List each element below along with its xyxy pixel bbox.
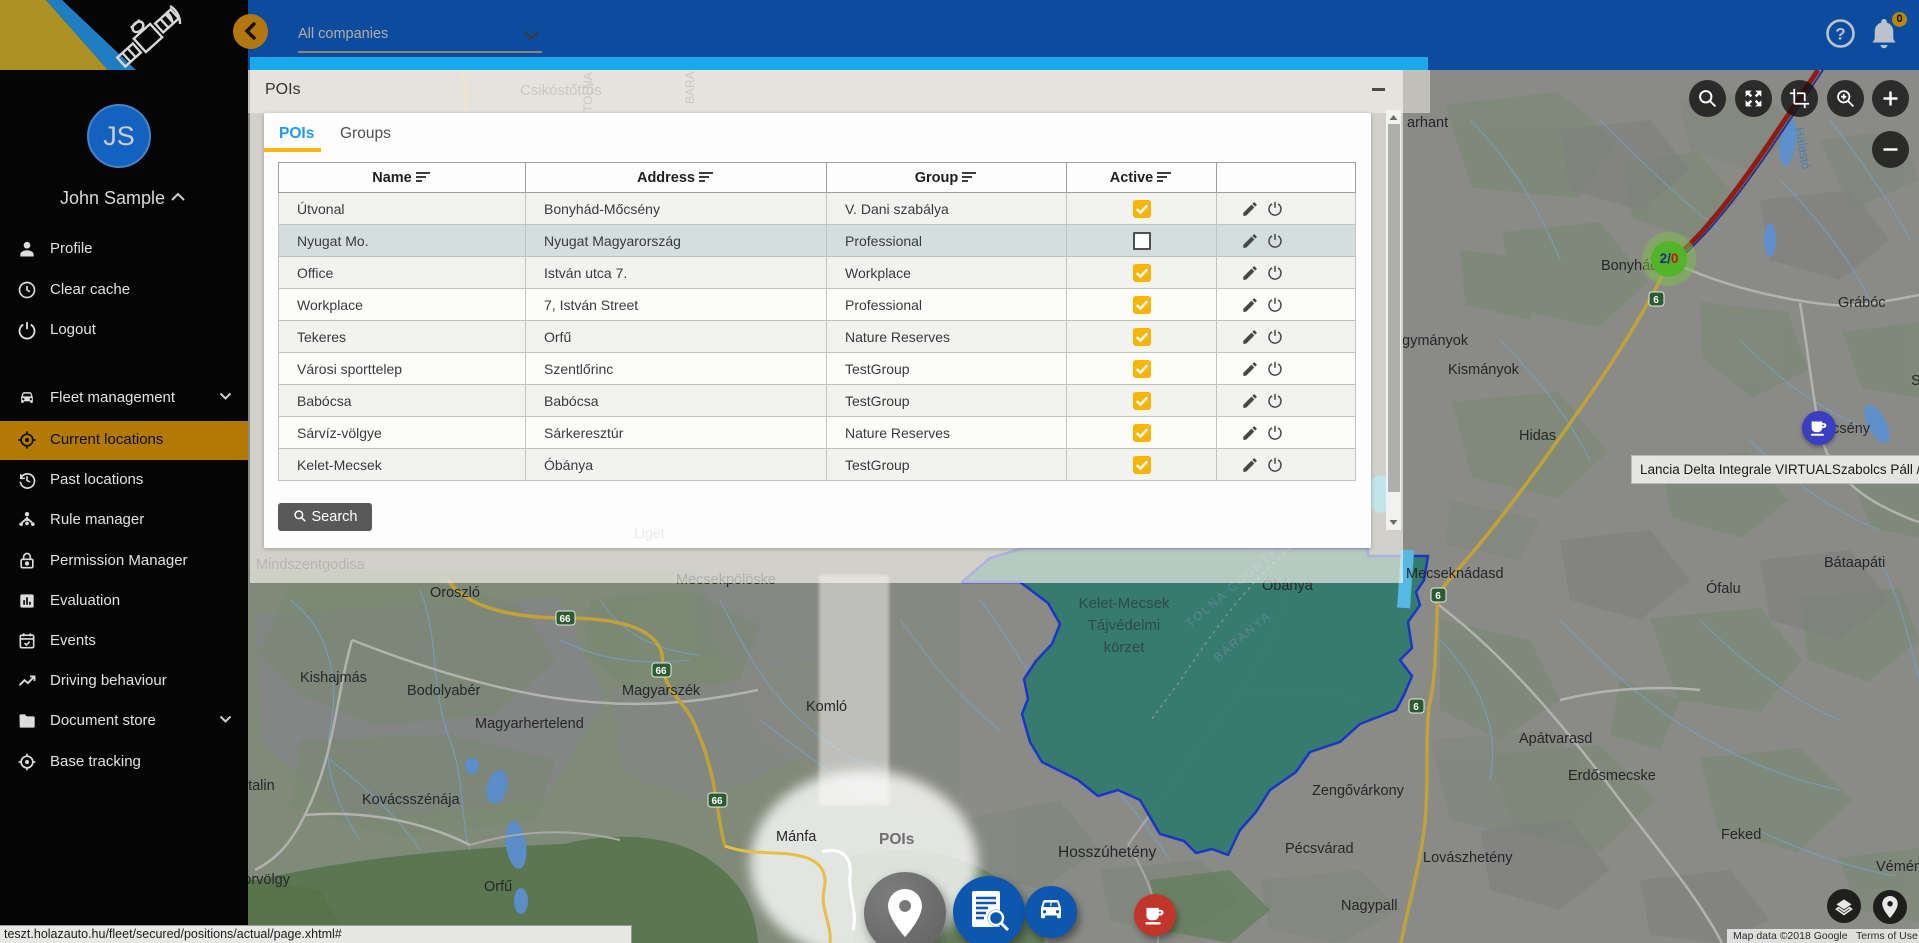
svg-text:66: 66 [559, 614, 571, 625]
svg-text:Kovácsszénája: Kovácsszénája [362, 792, 460, 808]
svg-text:Feked: Feked [1721, 827, 1761, 843]
svg-text:Bodolyabér: Bodolyabér [407, 683, 481, 699]
svg-text:Magyarszék: Magyarszék [622, 683, 701, 699]
svg-text:Hosszúhetény: Hosszúhetény [1058, 844, 1156, 861]
svg-text:Lovászhetény: Lovászhetény [1423, 850, 1513, 866]
svg-text:Ófalu: Ófalu [1706, 580, 1741, 597]
svg-text:Tájvédelmi: Tájvédelmi [1088, 617, 1161, 634]
svg-text:Véménd: Véménd [1876, 859, 1919, 875]
svg-text:Mecseknádasd: Mecseknádasd [1406, 566, 1504, 582]
svg-text:Mánfa: Mánfa [776, 829, 817, 845]
svg-text:arhant: arhant [1407, 115, 1448, 131]
svg-text:Zengővárkony: Zengővárkony [1312, 783, 1405, 799]
svg-text:66: 66 [655, 666, 667, 677]
svg-text:6: 6 [1413, 702, 1419, 713]
svg-text:6: 6 [1653, 295, 1659, 306]
svg-text:?: ? [1835, 25, 1845, 44]
svg-text:i: i [1050, 900, 1052, 908]
svg-text:6: 6 [1435, 591, 1441, 602]
svg-text:Apátvarasd: Apátvarasd [1519, 731, 1592, 747]
svg-text:66: 66 [711, 796, 723, 807]
svg-text:Pécsvárad: Pécsvárad [1285, 841, 1354, 857]
svg-text:Grábóc: Grábóc [1838, 295, 1886, 311]
svg-text:Kismányok: Kismányok [1448, 362, 1520, 378]
svg-text:Kishajmás: Kishajmás [300, 670, 367, 686]
svg-text:körzet: körzet [1104, 639, 1146, 656]
svg-text:S: S [1911, 373, 1919, 389]
svg-text:Bátaapáti: Bátaapáti [1824, 555, 1885, 571]
svg-text:Magyarhertelend: Magyarhertelend [475, 716, 584, 732]
svg-text:Erdősmecske: Erdősmecske [1568, 768, 1656, 784]
svg-text:Nagypall: Nagypall [1341, 898, 1397, 914]
svg-text:Komló: Komló [806, 699, 847, 715]
svg-text:gymányok: gymányok [1402, 333, 1469, 349]
svg-text:Oroszló: Oroszló [430, 585, 480, 601]
svg-text:Hidas: Hidas [1519, 428, 1556, 444]
svg-text:Kelet-Mecsek: Kelet-Mecsek [1079, 595, 1170, 612]
svg-text:Orfű: Orfű [484, 879, 512, 895]
